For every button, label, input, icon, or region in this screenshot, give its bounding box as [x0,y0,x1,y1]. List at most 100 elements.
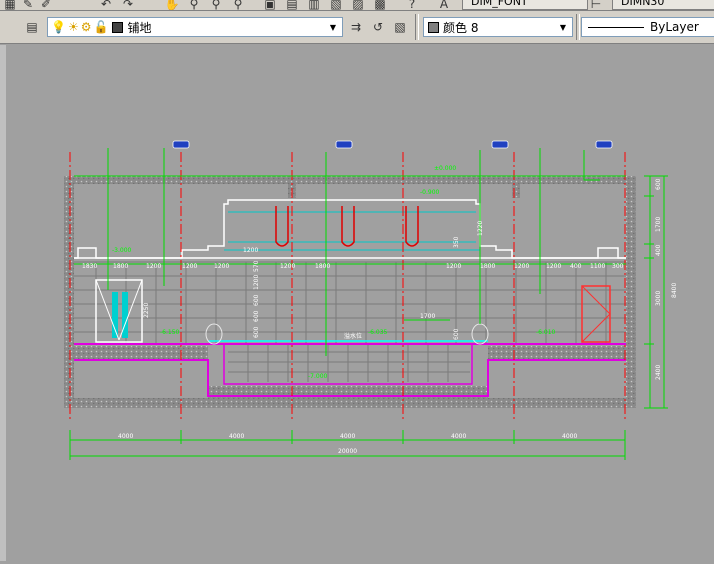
vertical-dim: 600 [253,326,260,338]
pencil-icon[interactable]: ✎ [20,0,36,10]
right-dim: 1700 [655,217,662,232]
layer-viewport-freeze-icon[interactable]: ⚙ [81,20,92,34]
layer-combo[interactable]: 💡 ☀ ⚙ 🔓 铺地 ▼ [47,17,343,37]
layers-properties-toolbar: ▤ 💡 ☀ ⚙ 🔓 铺地 ▼ ⇉ ↺ ▧ 颜色 8 ▼ ByLayer [0,11,714,44]
overflow-label: 溢水位 [344,332,362,340]
segment-dim: 400 [570,263,582,270]
text-style-icon[interactable]: A [436,0,452,10]
column-top-right [512,184,520,198]
step-dim: 1700 [420,313,435,320]
segment-dim: 1200 [446,263,461,270]
vertical-dim: 600 [253,310,260,322]
linetype-label: ByLayer [650,20,699,34]
zoom-window-icon[interactable]: ⚲ [208,0,224,10]
layer-lock-icon[interactable]: 🔓 [93,20,108,34]
bottom-total-dim: 20000 [338,448,357,455]
elevation-label: -3.000 [112,247,132,254]
dim-style-icon[interactable]: ⊢ [588,0,604,10]
small-dim: 600 [453,328,460,340]
vertical-dim: 600 [253,294,260,306]
segment-dim: 1200 [243,247,258,254]
dim-style-combo[interactable]: DIMN30 [612,0,714,10]
leader-bubbles [172,140,613,149]
wall-top [64,176,636,184]
segment-dim: 1800 [480,263,495,270]
elevation-label: ±0.000 [434,165,456,172]
upper-dim: 350 [453,236,460,248]
color-combo[interactable]: 颜色 8 ▼ [423,17,573,37]
bottom-span-dim: 4000 [229,433,244,440]
segment-dim: 1200 [182,263,197,270]
vertical-dim: 1200 [253,275,260,290]
ceiling-profile [74,199,626,259]
floor-left [74,346,208,360]
zoom-realtime-icon[interactable]: ⚲ [186,0,202,10]
segment-dim: 1800 [113,263,128,270]
bottom-span-dim: 4000 [451,433,466,440]
bottom-span-dim: 4000 [118,433,133,440]
toolbar-separator [576,14,580,40]
undo-icon[interactable]: ↶ [98,0,114,10]
linetype-combo[interactable]: ByLayer [581,17,714,37]
segment-dim: 1830 [82,263,97,270]
color-label: 颜色 8 [443,20,479,35]
toolbar-separator [415,14,419,40]
help-icon[interactable]: ? [404,0,420,10]
markup-icon[interactable]: ▨ [350,0,366,10]
pool-tile-grid [228,344,470,382]
upper-dim: 1220 [477,221,484,236]
calculator-icon[interactable]: ▩ [372,0,388,10]
left-door [95,279,143,343]
bottom-span-dim: 4000 [562,433,577,440]
right-dim: 600 [655,178,662,190]
zoom-previous-icon[interactable]: ⚲ [230,0,246,10]
layer-freeze-icon[interactable]: ☀ [68,20,79,34]
elevation-label: -0.900 [420,189,440,196]
sheet-set-icon[interactable]: ▧ [328,0,344,10]
segment-dim: 300 [612,263,624,270]
properties-icon[interactable]: ▣ [262,0,278,10]
door-dim: 2250 [143,303,150,318]
floor-right [488,346,626,360]
text-style-combo[interactable]: DIM_FONT [462,0,588,10]
layer-previous-icon[interactable]: ↺ [370,19,386,35]
design-center-icon[interactable]: ▤ [284,0,300,10]
segment-dim: 1800 [315,263,330,270]
pan-icon[interactable]: ✋ [164,0,180,10]
vertical-dim: 570 [253,260,260,272]
redo-icon[interactable]: ↷ [120,0,136,10]
layer-color-swatch [112,21,124,33]
dim-style-label: DIMN30 [621,0,665,8]
right-dim: 2400 [655,365,662,380]
chevron-down-icon[interactable]: ▼ [556,20,570,34]
right-dim: 3000 [655,291,662,306]
right-dim: 400 [655,244,662,256]
wall-right [626,176,636,408]
layer-states-icon[interactable]: ▧ [392,19,408,35]
segment-dim: 1200 [280,263,295,270]
brush-icon[interactable]: ✐ [38,0,54,10]
segment-dim: 1200 [146,263,161,270]
wall-left [64,176,74,408]
chevron-down-icon[interactable]: ▼ [326,20,340,34]
table-icon[interactable]: ▦ [2,0,18,10]
layer-manager-icon[interactable]: ▤ [24,19,40,35]
cad-drawing: ±0.000 -0.900 -3.000 -6.150 -6.035 -6.01… [64,140,678,460]
layer-on-icon[interactable]: 💡 [51,20,66,34]
elevation-label: -6.150 [160,329,180,336]
right-total-dim: 8400 [671,283,678,298]
elevation-label: -6.010 [536,329,556,336]
segment-dim: 1200 [214,263,229,270]
segment-dim: 1200 [546,263,561,270]
elevation-label: -6.035 [368,329,388,336]
layer-name: 铺地 [127,20,152,35]
elevation-label: -7.000 [308,373,328,380]
drawing-text: ±0.000 -0.900 -3.000 -6.150 -6.035 -6.01… [82,165,678,455]
make-object-layer-current-icon[interactable]: ⇉ [348,19,364,35]
tool-palette-icon[interactable]: ▥ [306,0,322,10]
text-style-label: DIM_FONT [471,0,528,8]
top-toolbar: ▦ ✎ ✐ ↶ ↷ ✋ ⚲ ⚲ ⚲ ▣ ▤ ▥ ▧ ▨ ▩ ? A DIM_FO… [0,0,714,11]
segment-dim: 1200 [514,263,529,270]
segment-dim: 1100 [590,263,605,270]
drawing-canvas[interactable]: ±0.000 -0.900 -3.000 -6.150 -6.035 -6.01… [6,45,714,561]
